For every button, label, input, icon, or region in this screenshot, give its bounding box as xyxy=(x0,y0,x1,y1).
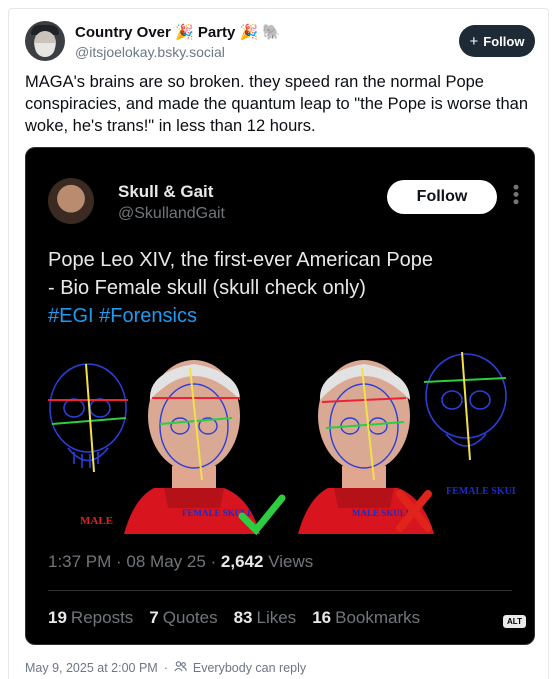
more-options-icon: ••• xyxy=(506,184,526,206)
stat-bookmarks: 16 Bookmarks xyxy=(312,608,421,627)
hashtag-forensics: #Forensics xyxy=(99,305,197,327)
embed-follow-button: Follow xyxy=(387,180,497,214)
embed-views-label: Views xyxy=(268,552,314,571)
post-card[interactable]: Country Over 🎉 Party 🎉 🐘 @itsjoelokay.bs… xyxy=(8,8,549,679)
skull-comparison-image: MALE FEMALE SKULL MALE SKULL FEMALE SKU xyxy=(48,351,516,536)
embed-text-line2: - Bio Female skull (skull check only) xyxy=(48,277,366,299)
embed-stats: 19 Reposts 7 Quotes 83 Likes 16 Bookmarks xyxy=(48,608,420,628)
author-name[interactable]: Country Over 🎉 Party 🎉 🐘 xyxy=(75,23,281,41)
author-avatar[interactable] xyxy=(25,21,65,61)
reply-setting[interactable]: Everybody can reply xyxy=(193,661,306,675)
label-female-right: FEMALE SKULL xyxy=(446,486,516,497)
alt-text-badge[interactable]: ALT xyxy=(503,615,526,628)
embed-views-count: 2,642 xyxy=(220,552,264,571)
people-icon xyxy=(174,661,187,675)
embed-text-line1: Pope Leo XIV, the first-ever American Po… xyxy=(48,249,434,271)
label-male-mid: MALE SKULL xyxy=(352,508,412,518)
follow-label: Follow xyxy=(483,33,525,49)
hashtag-egi: #EGI xyxy=(48,305,94,327)
dot-separator: · xyxy=(163,661,168,675)
stat-reposts: 19 Reposts xyxy=(48,608,134,627)
embed-author-name: Skull & Gait xyxy=(118,182,214,201)
embed-divider xyxy=(48,590,512,591)
embed-meta: 1:37 PM · 08 May 25 · 2,642 Views xyxy=(48,552,314,571)
author-handle[interactable]: @itsjoelokay.bsky.social xyxy=(75,44,225,60)
embed-author-avatar xyxy=(48,178,94,224)
post-text: MAGA's brains are so broken. they speed … xyxy=(25,73,529,135)
follow-button[interactable]: + Follow xyxy=(459,25,535,57)
plus-icon: + xyxy=(469,32,479,50)
embed-time: 1:37 PM xyxy=(48,552,112,571)
post-footer: May 9, 2025 at 2:00 PM · Everybody can r… xyxy=(25,661,306,675)
embed-text: Pope Leo XIV, the first-ever American Po… xyxy=(48,246,508,330)
post-timestamp[interactable]: May 9, 2025 at 2:00 PM xyxy=(25,661,158,675)
embedded-image[interactable]: Skull & Gait @SkullandGait Follow ••• Po… xyxy=(25,147,535,645)
embed-date: 08 May 25 xyxy=(126,552,206,571)
label-male-left: MALE xyxy=(80,515,113,527)
stat-likes: 83 Likes xyxy=(233,608,297,627)
embed-author-handle: @SkullandGait xyxy=(118,205,225,222)
stat-quotes: 7 Quotes xyxy=(149,608,218,627)
